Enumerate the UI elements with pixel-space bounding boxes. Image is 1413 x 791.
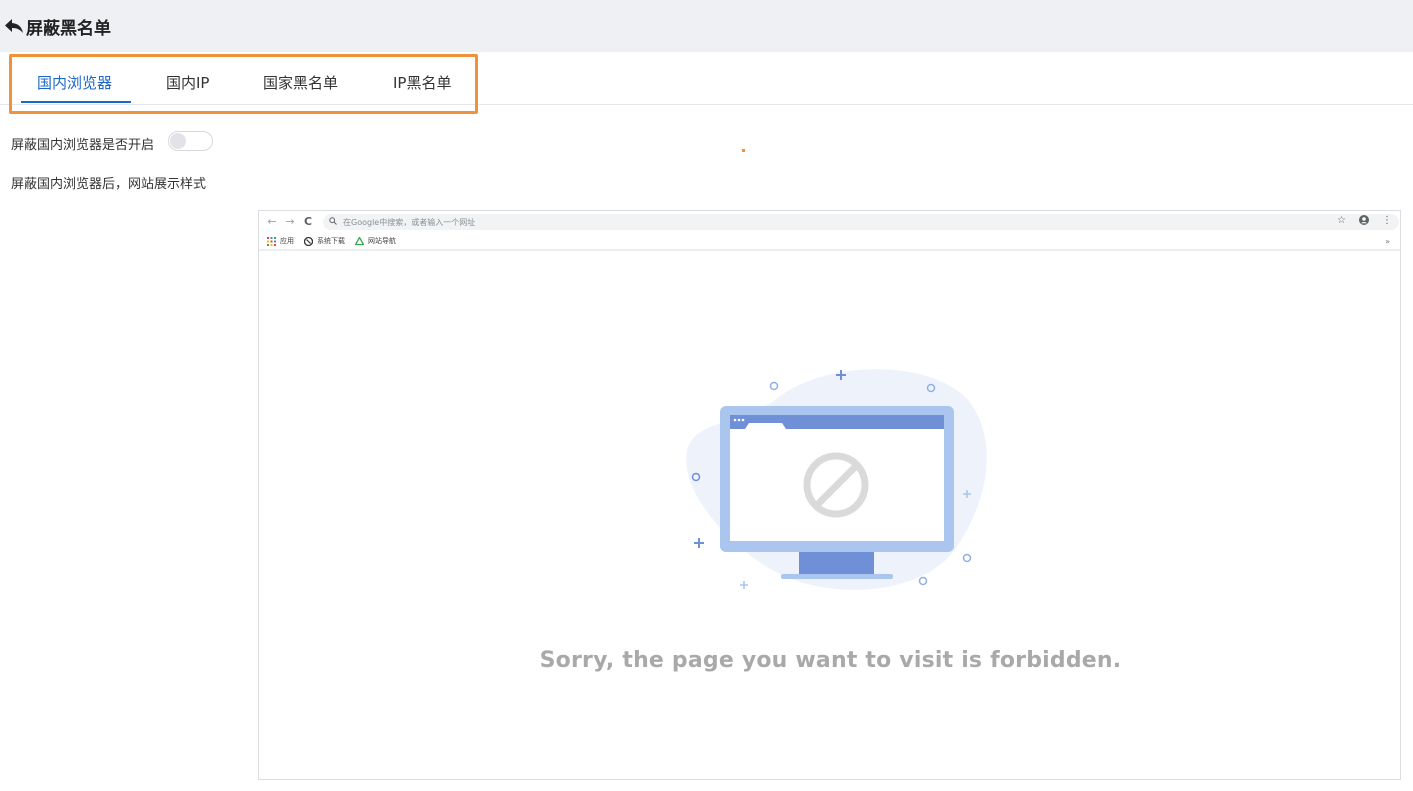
apps-grid-icon bbox=[267, 236, 276, 246]
sparkle-icon bbox=[740, 581, 748, 589]
toggle-knob bbox=[170, 133, 186, 149]
decor-circle bbox=[769, 381, 779, 391]
active-tab-indicator bbox=[21, 101, 131, 103]
sparkle-icon bbox=[694, 538, 704, 548]
globe-icon bbox=[303, 236, 314, 246]
tab-bar: 国内浏览器 国内IP 国家黑名单 IP黑名单 bbox=[0, 52, 1413, 114]
recycle-icon bbox=[354, 235, 365, 246]
enable-toggle-switch[interactable] bbox=[168, 131, 213, 151]
star-icon: ☆ bbox=[1337, 215, 1346, 226]
reload-icon: C bbox=[303, 215, 313, 228]
bookmark-system-download: 系统下载 bbox=[303, 236, 345, 246]
omnibox-placeholder: 在Google中搜索，或者输入一个网址 bbox=[343, 217, 476, 227]
forbidden-message: Sorry, the page you want to visit is for… bbox=[539, 648, 1122, 673]
bookmarks-bar: 应用 系统下载 网站导航 » bbox=[259, 233, 1400, 251]
tab-ip-blacklist[interactable]: IP黑名单 bbox=[393, 72, 451, 93]
bookmark-apps: 应用 bbox=[267, 236, 294, 246]
page-header: 屏蔽黑名单 bbox=[0, 0, 1413, 52]
monitor-base bbox=[781, 574, 893, 579]
tab-domestic-ip[interactable]: 国内IP bbox=[166, 72, 209, 93]
monitor-screen bbox=[730, 415, 944, 541]
decor-circle bbox=[918, 576, 928, 586]
arrow-back-icon[interactable] bbox=[4, 16, 24, 36]
page-title: 屏蔽黑名单 bbox=[26, 18, 111, 39]
bookmark-site-nav: 网站导航 bbox=[354, 235, 396, 246]
bookmarks-overflow-icon: » bbox=[1385, 237, 1390, 246]
forbidden-illustration bbox=[679, 361, 999, 601]
monitor-stand bbox=[799, 552, 874, 574]
account-icon bbox=[1359, 215, 1369, 228]
window-tab bbox=[745, 423, 786, 429]
tab-country-blacklist[interactable]: 国家黑名单 bbox=[263, 72, 338, 93]
display-style-label: 屏蔽国内浏览器后，网站展示样式 bbox=[11, 177, 207, 192]
tab-domestic-browser[interactable]: 国内浏览器 bbox=[37, 72, 112, 93]
decor-circle bbox=[962, 553, 972, 563]
omnibox: 在Google中搜索，或者输入一个网址 bbox=[323, 214, 1399, 230]
toggle-label: 屏蔽国内浏览器是否开启 bbox=[11, 138, 155, 153]
browser-preview: ← → C 在Google中搜索，或者输入一个网址 ☆ ⋮ 应用 系统下载 网站… bbox=[258, 210, 1401, 780]
forward-arrow-icon: → bbox=[285, 215, 295, 228]
menu-dots-icon: ⋮ bbox=[1382, 215, 1392, 226]
marker-dot bbox=[742, 149, 745, 152]
browser-toolbar: ← → C 在Google中搜索，或者输入一个网址 ☆ ⋮ bbox=[259, 211, 1400, 232]
search-icon bbox=[329, 216, 337, 228]
back-arrow-icon: ← bbox=[267, 215, 277, 228]
